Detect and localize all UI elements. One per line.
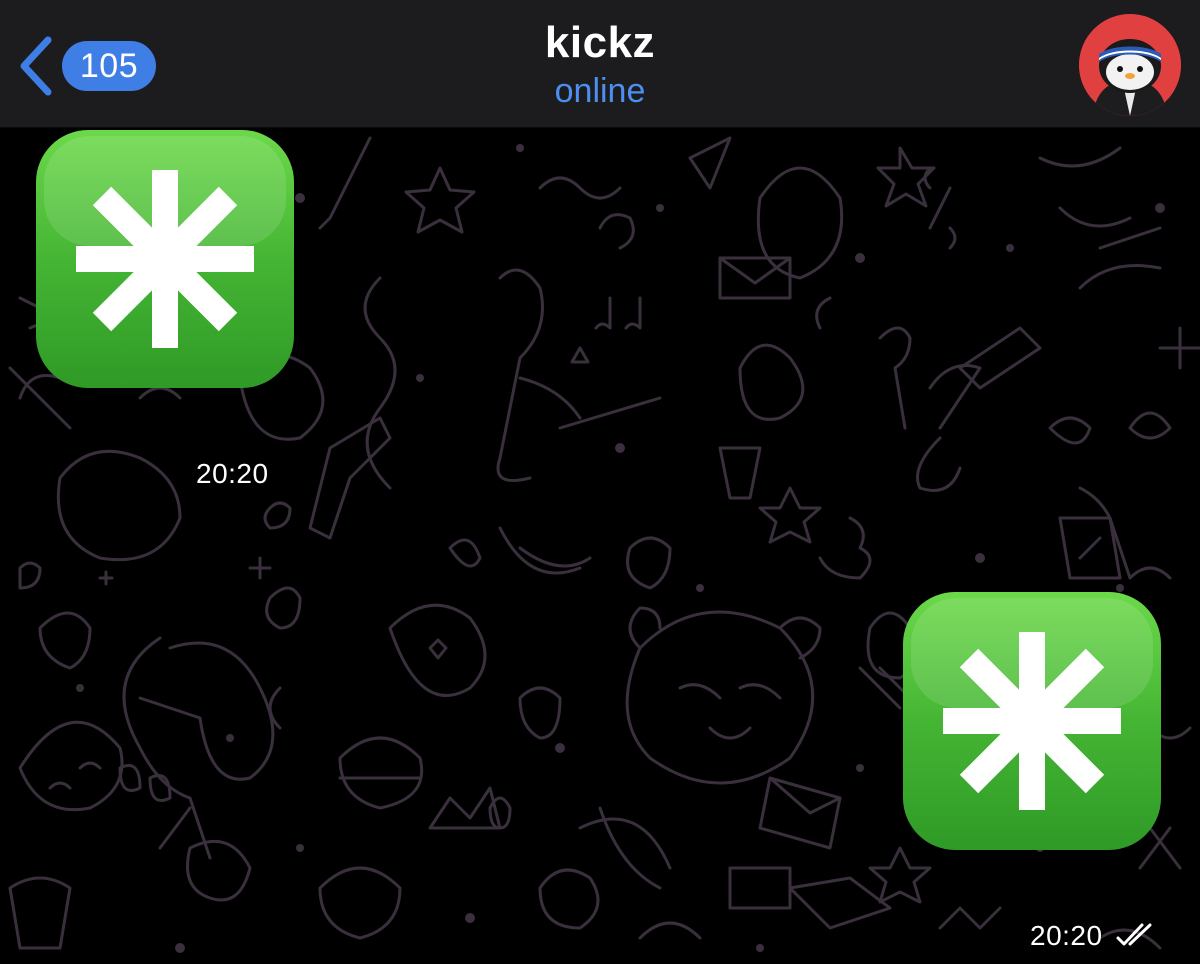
message-emoji-incoming[interactable] (34, 128, 296, 390)
message-time-incoming: 20:20 (196, 458, 269, 489)
eight-spoked-asterisk-icon (34, 130, 296, 394)
chat-title[interactable]: kickz (0, 18, 1200, 68)
message-emoji-outgoing[interactable] (901, 590, 1163, 852)
chat-status: online (554, 72, 646, 110)
penguin-avatar-icon[interactable] (1079, 14, 1181, 116)
chat-area[interactable]: 20:20 20:20 (0, 128, 1200, 964)
double-check-read-icon (1116, 922, 1154, 953)
eight-spoked-asterisk-icon (901, 592, 1163, 856)
message-time-outgoing: 20:20 (1030, 920, 1103, 951)
chat-header: 105 kickz online (0, 0, 1200, 128)
